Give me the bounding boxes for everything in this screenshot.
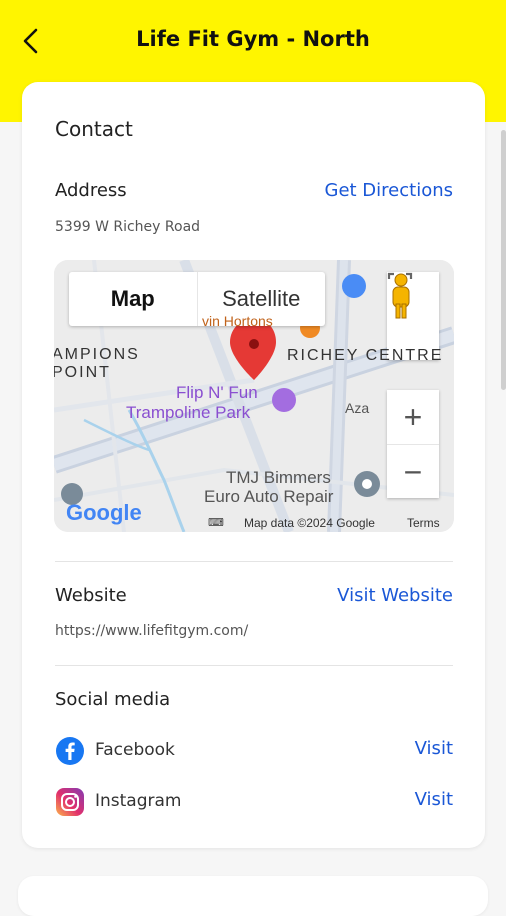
website-label: Website (55, 585, 127, 606)
map-place-point: POINT (54, 364, 111, 381)
social-row-instagram: Instagram Visit (55, 787, 453, 817)
map-type-map-button[interactable]: Map (69, 272, 198, 326)
map-place-champions: AMPIONS (54, 346, 140, 363)
get-directions-link[interactable]: Get Directions (325, 180, 454, 201)
scrollbar[interactable] (501, 130, 506, 390)
map-type-control: Map Satellite (69, 272, 325, 326)
map-attribution: Map data ©2024 Google (244, 516, 375, 530)
divider (55, 665, 453, 666)
address-label: Address (55, 180, 127, 201)
page-title: Life Fit Gym - North (136, 27, 370, 51)
address-text: 5399 W Richey Road (55, 219, 201, 235)
map-poi-trampoline-park[interactable]: Trampoline Park (126, 403, 250, 423)
map-place-richey-centre: RICHEY CENTRE (287, 347, 444, 364)
visit-website-link[interactable]: Visit Website (337, 585, 453, 606)
social-media-heading: Social media (55, 689, 171, 710)
map-poi-tmj-bimmers[interactable]: TMJ Bimmers (226, 468, 331, 488)
keyboard-shortcuts-icon[interactable]: ⌨ (208, 516, 224, 529)
social-row-facebook: Facebook Visit (55, 736, 453, 766)
divider (55, 561, 453, 562)
visit-instagram-link[interactable]: Visit (415, 789, 453, 810)
zoom-in-button[interactable]: + (387, 390, 439, 445)
instagram-icon (56, 788, 84, 816)
facebook-icon (56, 737, 84, 765)
contact-heading: Contact (55, 117, 133, 141)
social-name-instagram: Instagram (95, 791, 182, 811)
map-poi-euro-auto-repair[interactable]: Euro Auto Repair (204, 487, 333, 507)
contact-card: Contact Address Get Directions 5399 W Ri… (22, 82, 485, 848)
street-view-pegman-icon[interactable] (387, 272, 415, 320)
google-logo: Google (66, 500, 142, 525)
zoom-control: + − (387, 390, 439, 498)
map-poi-flip-n-fun[interactable]: Flip N' Fun (176, 383, 258, 403)
social-name-facebook: Facebook (95, 740, 175, 760)
visit-facebook-link[interactable]: Visit (415, 738, 453, 759)
website-url: https://www.lifefitgym.com/ (55, 623, 249, 639)
map-terms-link[interactable]: Terms (407, 516, 440, 530)
map-view[interactable]: Map Satellite + − vin Hortons RICHEY CEN… (54, 260, 454, 532)
next-card (18, 876, 488, 916)
zoom-out-button[interactable]: − (387, 445, 439, 499)
map-place-partial: Aza (345, 400, 370, 416)
map-poi-partial: vin Hortons (202, 313, 273, 329)
